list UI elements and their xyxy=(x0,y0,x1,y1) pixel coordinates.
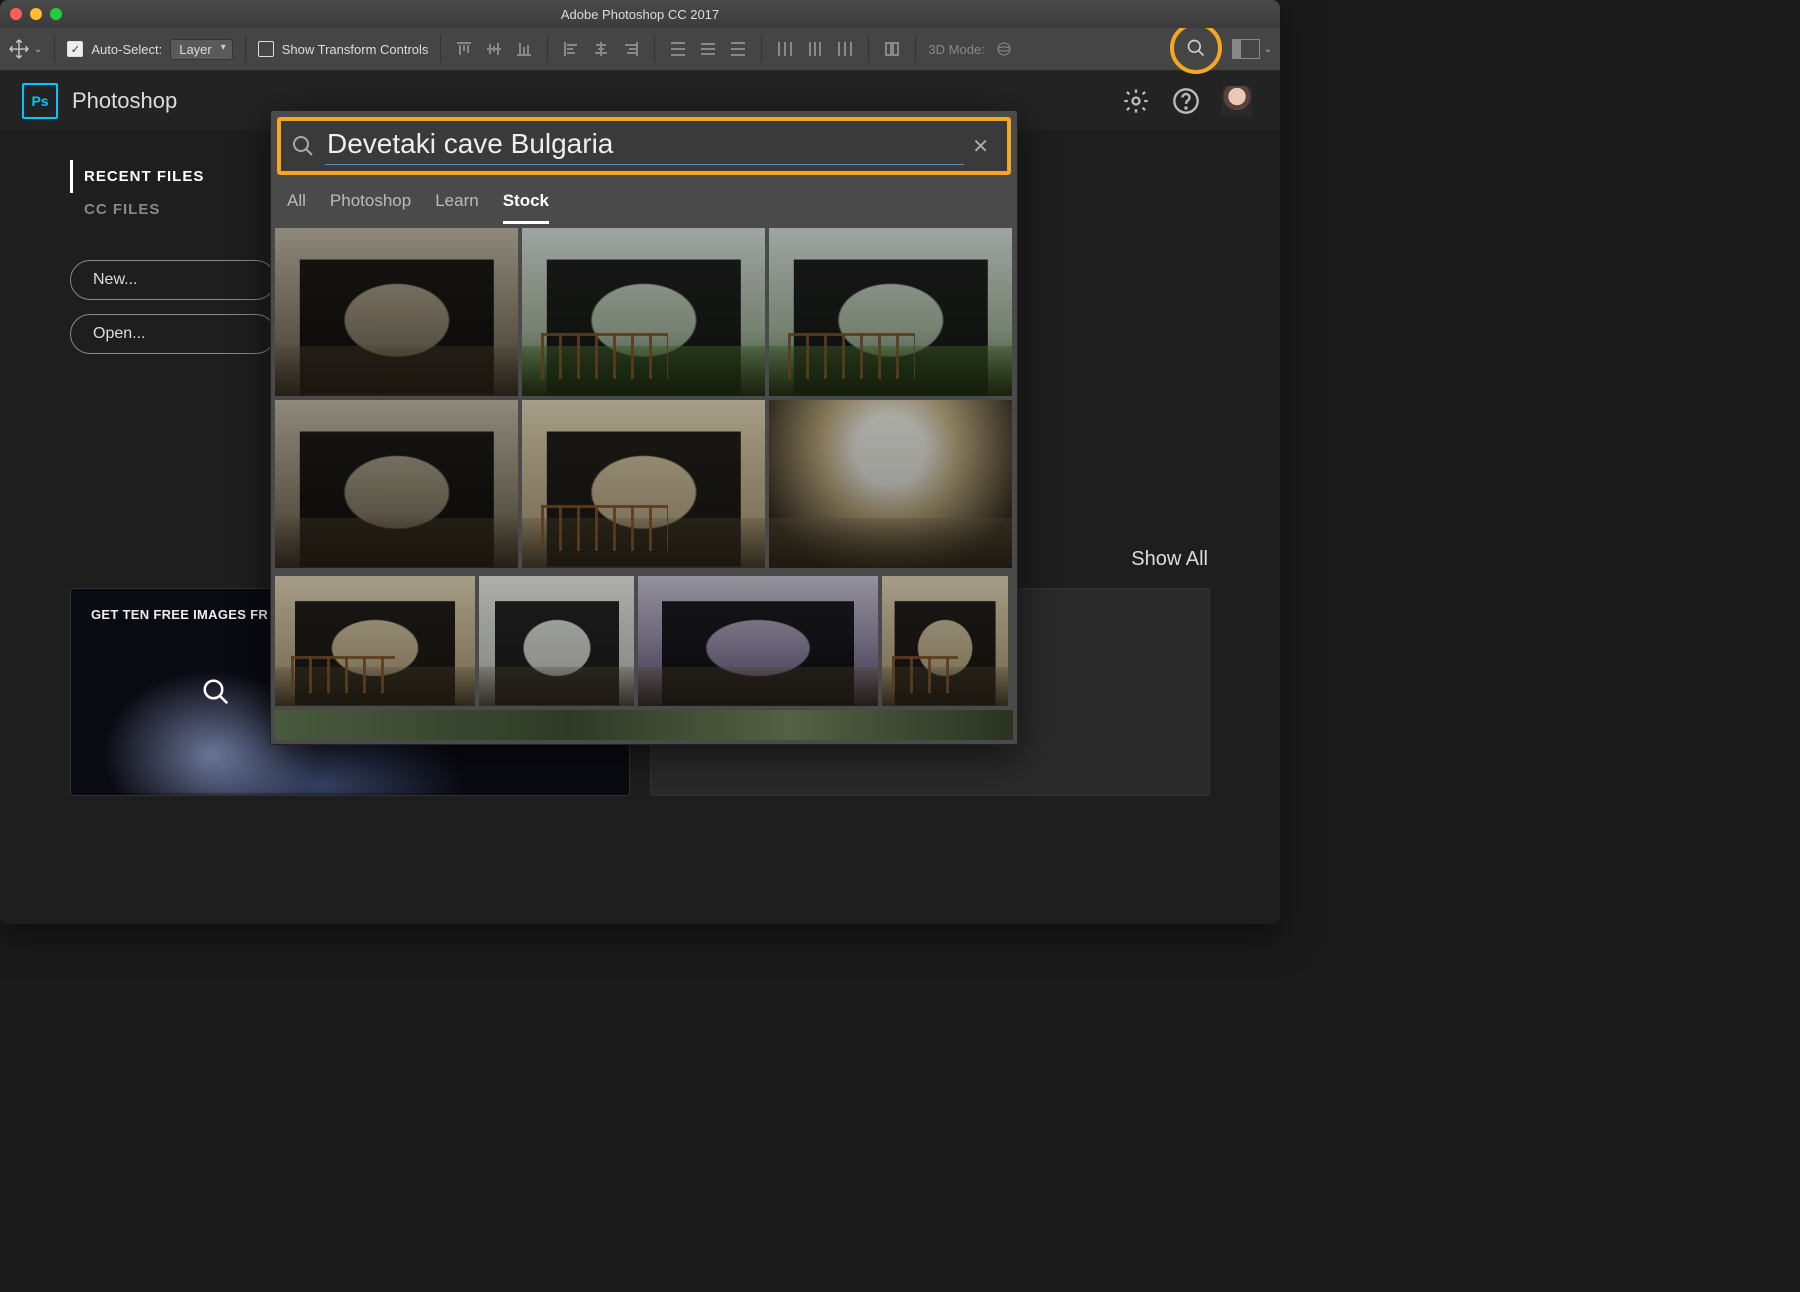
gear-icon[interactable] xyxy=(1122,87,1150,115)
stock-result[interactable] xyxy=(275,228,518,396)
help-icon[interactable] xyxy=(1172,87,1200,115)
search-panel: ✕ All Photoshop Learn Stock xyxy=(270,110,1018,745)
options-bar: ⌄ ✓ Auto-Select: Layer Show Transform Co… xyxy=(0,28,1280,71)
stock-result-partial[interactable] xyxy=(275,710,1013,740)
results-grid xyxy=(271,224,1017,572)
align-vcenter-icon[interactable] xyxy=(483,38,505,60)
distribute-vcenter-icon[interactable] xyxy=(697,38,719,60)
search-button[interactable] xyxy=(1170,22,1222,74)
results-grid-2 xyxy=(271,572,1017,710)
side-nav: RECENT FILES CC FILES New... Open... xyxy=(70,160,270,354)
search-icon xyxy=(201,677,231,707)
window-zoom-button[interactable] xyxy=(50,8,62,20)
stock-result[interactable] xyxy=(275,400,518,568)
align-hcenter-icon[interactable] xyxy=(590,38,612,60)
tool-dropdown-caret-icon: ⌄ xyxy=(34,44,42,55)
3d-orbit-icon[interactable] xyxy=(993,38,1015,60)
distribute-bottom-icon[interactable] xyxy=(727,38,749,60)
open-button[interactable]: Open... xyxy=(70,314,276,354)
distribute-hcenter-icon[interactable] xyxy=(804,38,826,60)
show-transform-checkbox[interactable] xyxy=(258,41,274,57)
window-close-button[interactable] xyxy=(10,8,22,20)
stock-result[interactable] xyxy=(882,576,1008,706)
user-avatar[interactable] xyxy=(1222,86,1252,116)
stock-result[interactable] xyxy=(275,576,475,706)
auto-select-dropdown[interactable]: Layer xyxy=(170,39,233,60)
move-tool-indicator[interactable]: ⌄ xyxy=(8,38,42,60)
align-left-icon[interactable] xyxy=(560,38,582,60)
move-tool-icon xyxy=(8,38,30,60)
align-bottom-icon[interactable] xyxy=(513,38,535,60)
results-grid-3 xyxy=(271,710,1017,744)
app-window: Adobe Photoshop CC 2017 ⌄ ✓ Auto-Select:… xyxy=(0,0,1280,924)
panel-layout-icon xyxy=(1232,39,1260,59)
new-button[interactable]: New... xyxy=(70,260,276,300)
window-minimize-button[interactable] xyxy=(30,8,42,20)
show-transform-label: Show Transform Controls xyxy=(282,42,429,57)
auto-align-icon[interactable] xyxy=(881,38,903,60)
align-top-icon[interactable] xyxy=(453,38,475,60)
nav-cc-files[interactable]: CC FILES xyxy=(70,193,270,226)
stock-result-selected[interactable] xyxy=(769,228,1012,396)
search-bar: ✕ xyxy=(277,117,1011,175)
search-input[interactable] xyxy=(325,127,964,165)
tab-all[interactable]: All xyxy=(287,191,306,224)
auto-select-checkbox[interactable]: ✓ xyxy=(67,41,83,57)
3d-mode-label: 3D Mode: xyxy=(928,42,984,57)
title-bar: Adobe Photoshop CC 2017 xyxy=(0,0,1280,28)
stock-result[interactable] xyxy=(769,400,1012,568)
stock-result[interactable] xyxy=(522,228,765,396)
stock-result[interactable] xyxy=(479,576,634,706)
search-icon xyxy=(291,134,315,158)
search-icon xyxy=(1186,38,1206,58)
panel-layout-toggle[interactable]: ⌄ xyxy=(1232,39,1272,59)
nav-recent-files[interactable]: RECENT FILES xyxy=(70,160,270,193)
clear-search-button[interactable]: ✕ xyxy=(964,130,997,163)
app-name: Photoshop xyxy=(72,88,177,114)
distribute-left-icon[interactable] xyxy=(774,38,796,60)
window-title: Adobe Photoshop CC 2017 xyxy=(0,7,1280,22)
distribute-right-icon[interactable] xyxy=(834,38,856,60)
tab-learn[interactable]: Learn xyxy=(435,191,478,224)
photoshop-logo: Ps xyxy=(22,83,58,119)
show-all-link[interactable]: Show All xyxy=(1131,548,1208,571)
align-right-icon[interactable] xyxy=(620,38,642,60)
tab-photoshop[interactable]: Photoshop xyxy=(330,191,411,224)
stock-result[interactable] xyxy=(522,400,765,568)
tab-stock[interactable]: Stock xyxy=(503,191,549,224)
stock-result[interactable] xyxy=(638,576,878,706)
auto-select-label: Auto-Select: xyxy=(91,42,162,57)
distribute-top-icon[interactable] xyxy=(667,38,689,60)
search-tabs: All Photoshop Learn Stock xyxy=(271,181,1017,224)
panel-layout-caret-icon: ⌄ xyxy=(1264,44,1272,55)
